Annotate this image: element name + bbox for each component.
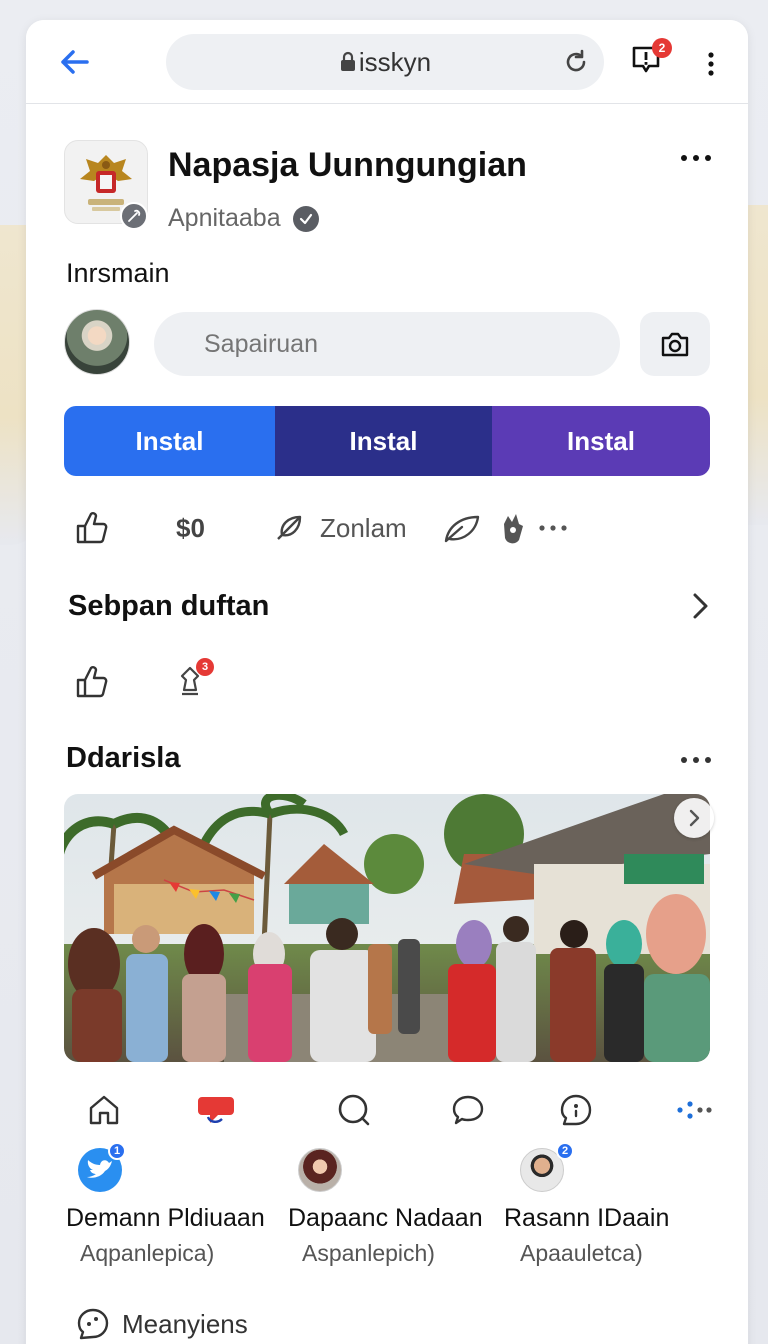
thumbs-up-icon: [76, 666, 108, 698]
browser-menu-button[interactable]: [696, 46, 726, 82]
list-section-open-button[interactable]: [688, 590, 712, 622]
dots-grid-icon: [677, 1101, 712, 1119]
install-button-1[interactable]: Instal: [64, 406, 275, 476]
pin-button[interactable]: 3: [170, 658, 214, 704]
messages-link-label: Meanyiens: [122, 1308, 248, 1339]
home-icon: [89, 1095, 119, 1125]
chevron-right-icon: [693, 593, 708, 619]
leaf-icon: [444, 515, 480, 543]
person-card[interactable]: 2 Rasann IDaain Apaauletca): [504, 1142, 744, 1278]
install-button-3[interactable]: Instal: [492, 406, 710, 476]
composer-section-label: Inrsmain: [66, 258, 170, 288]
notification-badge: 2: [652, 38, 672, 58]
nav-help[interactable]: [554, 1088, 598, 1132]
composer-input[interactable]: [154, 312, 620, 376]
pin-badge: 3: [196, 658, 214, 676]
reload-button[interactable]: [560, 46, 592, 78]
react-button[interactable]: [496, 506, 528, 550]
arrow-left-icon: [61, 50, 89, 74]
feather-icon: [277, 515, 302, 540]
person-card[interactable]: 1 Demann Pldiuaan Aqpanlepica): [66, 1142, 306, 1278]
back-button[interactable]: [56, 44, 92, 80]
nav-search[interactable]: [332, 1088, 376, 1132]
url-bar[interactable]: isskyn: [166, 34, 604, 90]
lock-icon: [340, 51, 355, 71]
page-title: Napasja Uunngungian: [168, 146, 527, 184]
person-badge: 1: [108, 1142, 126, 1160]
hand-wave-icon: [504, 514, 523, 544]
comment-button[interactable]: Zonlam: [272, 506, 407, 550]
camera-icon: [661, 332, 689, 357]
install-segmented-bar: Instal Instal Instal: [64, 406, 710, 476]
like-list-button[interactable]: [74, 660, 108, 704]
nav-more[interactable]: [672, 1088, 716, 1132]
list-icon-row: 3: [66, 658, 266, 706]
people-suggestions: 1 Demann Pldiuaan Aqpanlepica) Dapaanc N…: [26, 1142, 748, 1288]
nav-comments[interactable]: [446, 1088, 490, 1132]
list-section-title: Sebpan duftan: [68, 590, 270, 622]
photo-next-button[interactable]: [674, 798, 714, 838]
phone-screen: isskyn 2 Napasja Uunngungian Apnitaaba I…: [26, 20, 748, 1344]
page-subtitle-text: Apnitaaba: [168, 204, 281, 232]
person-avatar: [298, 1148, 342, 1192]
logo-edit-badge[interactable]: [120, 202, 148, 230]
person-name: Dapaanc Nadaan: [288, 1204, 483, 1232]
install-button-2[interactable]: Instal: [275, 406, 492, 476]
person-badge: 2: [556, 1142, 574, 1160]
user-avatar[interactable]: [64, 309, 130, 375]
speech-bubble-icon: [452, 1095, 484, 1125]
browser-top-bar: isskyn 2: [26, 20, 748, 104]
feed-more-button[interactable]: [678, 750, 714, 770]
more-horizontal-icon: [539, 525, 567, 531]
search-icon: [338, 1094, 370, 1126]
reload-icon: [566, 49, 586, 72]
feed-photo[interactable]: [64, 794, 710, 1062]
more-horizontal-icon: [681, 155, 711, 161]
feed-title: Ddarisla: [66, 742, 181, 774]
count-text: $0: [176, 512, 205, 543]
more-vertical-icon: [708, 52, 714, 76]
page-subtitle: Apnitaaba: [168, 204, 319, 233]
url-text: isskyn: [358, 46, 432, 77]
edit-link-icon: [128, 209, 141, 222]
chat-dots-icon: [77, 1308, 109, 1340]
count-label: $0: [176, 506, 205, 550]
person-subtitle: Apaauletca): [520, 1240, 643, 1266]
help-bubble-icon: [560, 1094, 592, 1126]
village-gathering-photo: [64, 794, 710, 1062]
more-horizontal-icon: [681, 757, 711, 763]
verified-icon: [292, 205, 319, 232]
post-actions-row: $0 Zonlam: [66, 506, 706, 550]
chevron-right-icon: [689, 809, 700, 827]
chat-bubble-icon: [198, 1097, 234, 1123]
person-card[interactable]: Dapaanc Nadaan Aspanlepich): [288, 1148, 528, 1278]
person-subtitle: Aqpanlepica): [80, 1240, 215, 1266]
comment-label: Zonlam: [320, 512, 407, 543]
person-name: Demann Pldiuaan: [66, 1204, 265, 1232]
messages-link[interactable]: Meanyiens: [76, 1304, 248, 1344]
thumbs-up-icon: [76, 512, 108, 544]
like-button[interactable]: [74, 506, 108, 550]
share-button[interactable]: [442, 506, 482, 550]
person-subtitle: Aspanlepich): [302, 1240, 435, 1266]
bottom-nav-row: [66, 1088, 712, 1132]
page-more-button[interactable]: [678, 146, 714, 170]
camera-button[interactable]: [640, 312, 710, 376]
nav-messages[interactable]: [194, 1088, 238, 1132]
post-more-button[interactable]: [538, 506, 568, 550]
nav-home[interactable]: [82, 1088, 126, 1132]
person-name: Rasann IDaain: [504, 1204, 670, 1232]
notifications-button[interactable]: 2: [630, 38, 672, 80]
